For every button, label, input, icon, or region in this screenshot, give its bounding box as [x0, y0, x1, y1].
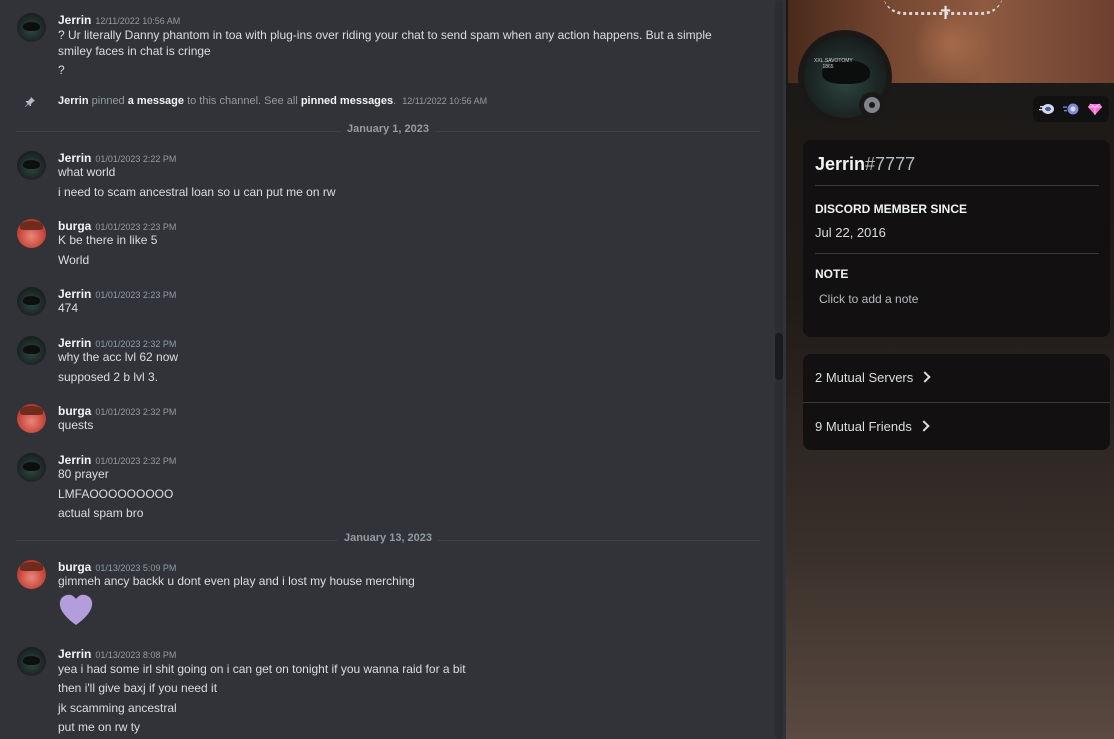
profile-info-card: Jerrin#7777 DISCORD MEMBER SINCE Jul 22,…	[803, 140, 1110, 337]
status-hole	[869, 102, 875, 108]
message: Jerrin 01/01/2023 2:32 PM why the acc lvl…	[0, 334, 760, 389]
avatar-caption: XXL.SAVOTOMY 1865	[814, 58, 853, 70]
author-name[interactable]: burga	[58, 219, 91, 233]
message-text: why the acc lvl 62 now	[58, 350, 179, 364]
note-input[interactable]: Click to add a note	[819, 292, 918, 306]
timestamp: 01/01/2023 2:32 PM	[95, 339, 177, 349]
message: burga 01/01/2023 2:32 PM quests	[0, 402, 760, 438]
mutuals-card: 2 Mutual Servers 9 Mutual Friends	[803, 354, 1110, 450]
chat-panel: Jerrin 12/11/2022 10:56 AM ? Ur literally…	[0, 0, 786, 739]
message-text: actual spam bro	[58, 506, 144, 520]
message-text: what world	[58, 165, 116, 179]
date-divider: January 1, 2023	[16, 123, 760, 135]
author-name[interactable]: Jerrin	[58, 13, 91, 27]
date-divider-label: January 13, 2023	[337, 532, 439, 544]
message-text: 80 prayer	[58, 467, 109, 481]
message-text: ? Ur literally Danny phantom in toa with…	[58, 28, 712, 58]
mutual-servers-text: 2 Mutual Servers	[815, 370, 914, 385]
pinned-messages-link[interactable]: pinned messages	[301, 95, 393, 107]
profile-username[interactable]: Jerrin#7777	[815, 154, 915, 175]
boost-badge-icon[interactable]	[1063, 101, 1079, 117]
timestamp: 01/01/2023 2:23 PM	[95, 222, 177, 232]
author-name[interactable]: Jerrin	[58, 647, 91, 661]
timestamp: 01/13/2023 8:08 PM	[95, 650, 177, 660]
chat-scrollbar-thumb[interactable]	[775, 333, 783, 380]
avatar[interactable]	[17, 219, 46, 248]
timestamp: 01/01/2023 2:32 PM	[95, 407, 177, 417]
member-since-date: Jul 22, 2016	[815, 225, 886, 240]
message-text: K be there in like 5	[58, 233, 158, 247]
message-text: then i'll give baxj if you need it	[58, 681, 218, 695]
message: Jerrin 01/13/2023 8:08 PM yea i had some …	[0, 645, 760, 739]
timestamp: 12/11/2022 10:56 AM	[402, 96, 488, 106]
message-text: yea i had some irl shit going on i can g…	[58, 662, 466, 676]
avatar[interactable]	[17, 287, 46, 316]
message-text: gimmeh ancy backk u dont even play and i…	[58, 574, 415, 588]
pinned-system-message: Jerrin pinned a message to this channel.…	[0, 95, 760, 111]
message: Jerrin 12/11/2022 10:56 AM ? Ur literally…	[0, 11, 760, 81]
message-text: World	[58, 253, 90, 267]
timestamp: 12/11/2022 10:56 AM	[95, 16, 181, 26]
message: burga 01/13/2023 5:09 PM gimmeh ancy back…	[0, 558, 760, 633]
avatar[interactable]	[17, 151, 46, 180]
badge-list	[1033, 96, 1109, 122]
message-text: ?	[58, 63, 65, 77]
author-name[interactable]: Jerrin	[58, 151, 91, 165]
pin-text-part: .	[393, 95, 397, 107]
message: Jerrin 01/01/2023 2:23 PM 474	[0, 285, 760, 321]
pin-text-part: pinned	[91, 95, 125, 107]
avatar[interactable]	[17, 404, 46, 433]
pin-author[interactable]: Jerrin	[58, 95, 89, 107]
timestamp: 01/13/2023 5:09 PM	[95, 563, 177, 573]
author-name[interactable]: burga	[58, 560, 91, 574]
message-text: put me on rw ty	[58, 720, 141, 734]
pin-text-part: to this channel. See all	[187, 95, 298, 107]
nitro-badge-icon[interactable]	[1039, 101, 1055, 117]
mutual-friends-label: 9 Mutual Friends	[815, 419, 930, 434]
avatar[interactable]	[17, 560, 46, 589]
member-since-title: DISCORD MEMBER SINCE	[815, 202, 968, 216]
message: Jerrin 01/01/2023 2:22 PM what world i ne…	[0, 149, 760, 204]
note-title: NOTE	[815, 267, 849, 281]
message-text: 474	[58, 301, 79, 315]
author-name[interactable]: Jerrin	[58, 287, 91, 301]
discriminator: #7777	[865, 154, 916, 174]
avatar[interactable]	[17, 453, 46, 482]
timestamp: 01/01/2023 2:22 PM	[95, 154, 177, 164]
divider	[815, 253, 1099, 254]
date-divider-label: January 1, 2023	[341, 123, 435, 135]
message-text: jk scamming ancestral	[58, 701, 177, 715]
cross-pendant-icon: ✝	[938, 3, 954, 24]
mutual-servers-label: 2 Mutual Servers	[815, 370, 931, 385]
message-text: supposed 2 b lvl 3.	[58, 370, 159, 384]
purple-heart-emoji[interactable]	[58, 592, 94, 628]
gem-badge-icon[interactable]	[1087, 101, 1103, 117]
author-name[interactable]: burga	[58, 404, 91, 418]
date-divider: January 13, 2023	[16, 532, 760, 544]
pin-icon	[25, 97, 35, 107]
message-text: LMFAOOOOOOOOO	[58, 487, 174, 501]
mutual-servers-row[interactable]: 2 Mutual Servers	[803, 354, 1110, 402]
timestamp: 01/01/2023 2:23 PM	[95, 290, 177, 300]
message-header: Jerrin 01/13/2023 8:08 PM	[58, 645, 176, 663]
chevron-right-icon	[918, 420, 930, 432]
avatar[interactable]	[17, 647, 46, 676]
divider	[815, 185, 1099, 186]
message: Jerrin 01/01/2023 2:32 PM 80 prayer LMFAO…	[0, 451, 760, 525]
timestamp: 01/01/2023 2:32 PM	[95, 456, 177, 466]
chevron-right-icon	[919, 371, 931, 383]
mutual-friends-row[interactable]: 9 Mutual Friends	[803, 403, 1110, 451]
username: Jerrin	[815, 154, 866, 174]
pinned-message-link[interactable]: a message	[128, 95, 184, 107]
mutual-friends-text: 9 Mutual Friends	[815, 419, 912, 434]
pin-text: Jerrin pinned a message to this channel.…	[58, 95, 487, 107]
message-text: quests	[58, 418, 94, 432]
message-text: i need to scam ancestral loan so u can p…	[58, 185, 336, 199]
user-profile-panel: ✝ XXL.SAVOTOMY 1865 Jerrin#7777 DISCORD	[786, 0, 1114, 739]
author-name[interactable]: Jerrin	[58, 453, 91, 467]
author-name[interactable]: Jerrin	[58, 336, 91, 350]
message: burga 01/01/2023 2:23 PM K be there in li…	[0, 217, 760, 272]
avatar[interactable]	[17, 336, 46, 365]
avatar[interactable]	[17, 13, 46, 42]
